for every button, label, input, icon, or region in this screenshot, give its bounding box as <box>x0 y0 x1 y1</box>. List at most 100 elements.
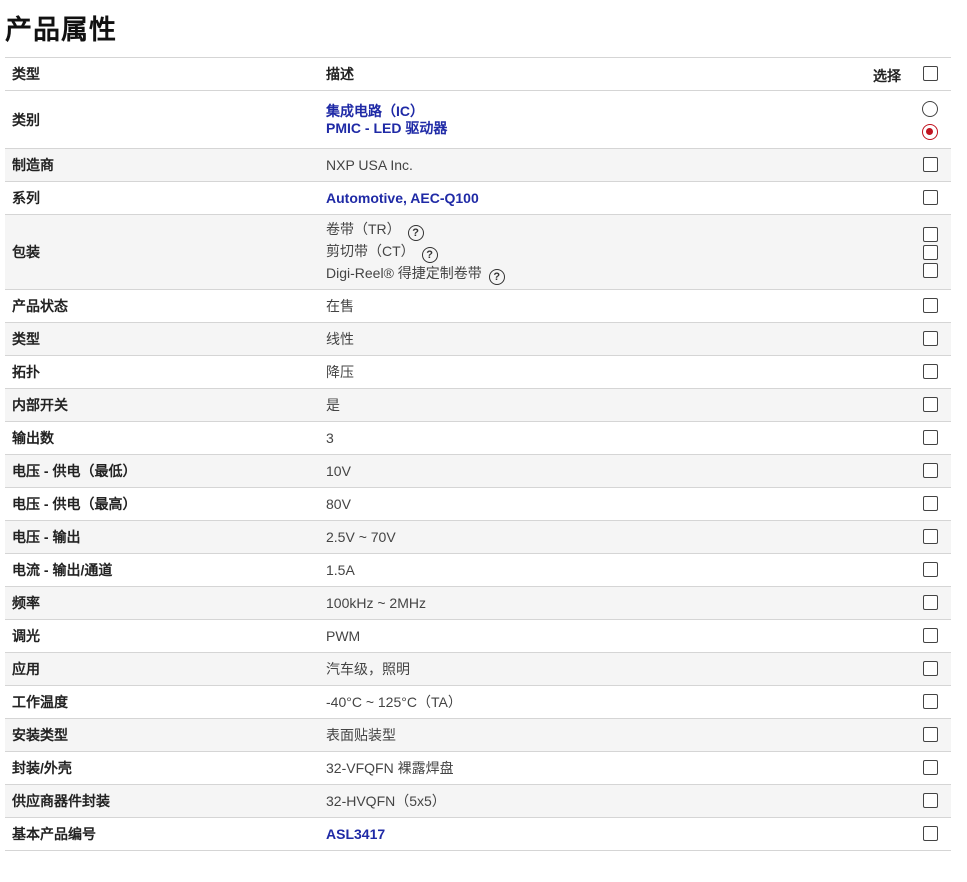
category-radio-ic[interactable] <box>922 101 938 117</box>
attr-value: ASL3417 <box>319 817 851 851</box>
select-cell <box>851 421 951 455</box>
attr-name: 系列 <box>5 181 319 215</box>
select-checkbox[interactable] <box>923 331 938 346</box>
table-row: 频率 100kHz ~ 2MHz <box>5 586 951 620</box>
attr-value: 32-VFQFN 裸露焊盘 <box>319 751 851 785</box>
attr-name: 频率 <box>5 586 319 620</box>
select-all-checkbox[interactable] <box>923 66 938 81</box>
base-product-number-link[interactable]: ASL3417 <box>326 826 385 842</box>
select-checkbox[interactable] <box>923 694 938 709</box>
select-checkbox[interactable] <box>923 364 938 379</box>
attr-value: 线性 <box>319 322 851 356</box>
table-row: 电压 - 输出 2.5V ~ 70V <box>5 520 951 554</box>
attr-name: 电压 - 供电（最低） <box>5 454 319 488</box>
table-row: 封装/外壳 32-VFQFN 裸露焊盘 <box>5 751 951 785</box>
select-checkbox[interactable] <box>923 298 938 313</box>
select-checkbox[interactable] <box>923 727 938 742</box>
table-row: 调光 PWM <box>5 619 951 653</box>
table-row: 类型 线性 <box>5 322 951 356</box>
category-link-pmic-led[interactable]: PMIC - LED 驱动器 <box>326 120 844 137</box>
attr-name: 基本产品编号 <box>5 817 319 851</box>
select-checkbox[interactable] <box>923 190 938 205</box>
attr-value: 10V <box>319 454 851 488</box>
select-cell <box>851 181 951 215</box>
help-icon[interactable]: ? <box>421 247 438 263</box>
page-title: 产品属性 <box>5 15 117 45</box>
packaging-option: 卷带（TR）? <box>326 219 844 241</box>
select-checkbox[interactable] <box>923 661 938 676</box>
select-checkbox[interactable] <box>923 157 938 172</box>
select-cell <box>851 685 951 719</box>
select-cell <box>851 619 951 653</box>
select-checkbox[interactable] <box>923 430 938 445</box>
help-icon[interactable]: ? <box>488 269 505 285</box>
select-checkbox[interactable] <box>923 397 938 412</box>
attr-value: Automotive, AEC-Q100 <box>319 181 851 215</box>
select-checkbox[interactable] <box>923 496 938 511</box>
attr-value: 80V <box>319 487 851 521</box>
attr-value: 降压 <box>319 355 851 389</box>
select-checkbox[interactable] <box>923 529 938 544</box>
table-row: 应用 汽车级，照明 <box>5 652 951 686</box>
attr-name: 调光 <box>5 619 319 653</box>
table-row: 产品状态 在售 <box>5 289 951 323</box>
header-select-label: 选择 <box>873 68 901 84</box>
attr-name: 输出数 <box>5 421 319 455</box>
select-cell <box>851 586 951 620</box>
attributes-table: 类型 描述 选择 类别 集成电路（IC） PMIC - LED 驱动器 制造商 … <box>5 57 951 851</box>
attr-name: 包装 <box>5 214 319 290</box>
select-cell <box>851 751 951 785</box>
select-cell <box>851 454 951 488</box>
attr-value: 是 <box>319 388 851 422</box>
select-cell <box>851 718 951 752</box>
select-checkbox[interactable] <box>923 826 938 841</box>
category-radio-pmic-led[interactable] <box>922 124 938 140</box>
attr-value: PWM <box>319 619 851 653</box>
table-row: 电压 - 供电（最低） 10V <box>5 454 951 488</box>
attr-name: 拓扑 <box>5 355 319 389</box>
attr-name: 制造商 <box>5 148 319 182</box>
series-link[interactable]: Automotive, AEC-Q100 <box>326 190 479 206</box>
packaging-option: 剪切带（CT）? <box>326 241 844 263</box>
attr-name: 产品状态 <box>5 289 319 323</box>
select-cell <box>851 487 951 521</box>
header-select: 选择 <box>851 57 951 91</box>
select-cell <box>851 322 951 356</box>
select-cell <box>851 784 951 818</box>
attr-value: 2.5V ~ 70V <box>319 520 851 554</box>
attr-name: 内部开关 <box>5 388 319 422</box>
select-checkbox[interactable] <box>923 760 938 775</box>
table-row: 系列 Automotive, AEC-Q100 <box>5 181 951 215</box>
header-type: 类型 <box>5 57 319 91</box>
select-checkbox[interactable] <box>923 595 938 610</box>
select-checkbox[interactable] <box>923 793 938 808</box>
attr-name: 电压 - 供电（最高） <box>5 487 319 521</box>
category-link-ic[interactable]: 集成电路（IC） <box>326 103 844 120</box>
attr-value: -40°C ~ 125°C（TA） <box>319 685 851 719</box>
select-checkbox[interactable] <box>923 463 938 478</box>
help-icon[interactable]: ? <box>407 225 424 241</box>
packaging-checkbox-ct[interactable] <box>923 245 938 260</box>
header-description: 描述 <box>319 57 851 91</box>
attr-name: 类别 <box>5 90 319 149</box>
select-cell <box>851 520 951 554</box>
attr-name: 类型 <box>5 322 319 356</box>
select-checkbox[interactable] <box>923 628 938 643</box>
attr-value: 32-HVQFN（5x5） <box>319 784 851 818</box>
attr-value: 1.5A <box>319 553 851 587</box>
select-cell <box>851 148 951 182</box>
attr-value: 表面贴装型 <box>319 718 851 752</box>
select-cell <box>851 214 951 290</box>
select-checkbox[interactable] <box>923 562 938 577</box>
packaging-option-label: 卷带（TR） <box>326 221 401 237</box>
packaging-checkbox-digi-reel[interactable] <box>923 263 938 278</box>
table-row: 基本产品编号 ASL3417 <box>5 817 951 851</box>
select-cell <box>851 289 951 323</box>
attr-value: 卷带（TR）? 剪切带（CT）? Digi-Reel® 得捷定制卷带? <box>319 214 851 290</box>
packaging-option-label: 剪切带（CT） <box>326 243 415 259</box>
attr-value: 集成电路（IC） PMIC - LED 驱动器 <box>319 90 851 149</box>
table-row: 类别 集成电路（IC） PMIC - LED 驱动器 <box>5 90 951 149</box>
packaging-checkbox-tr[interactable] <box>923 227 938 242</box>
select-cell <box>851 90 951 149</box>
table-row: 工作温度 -40°C ~ 125°C（TA） <box>5 685 951 719</box>
